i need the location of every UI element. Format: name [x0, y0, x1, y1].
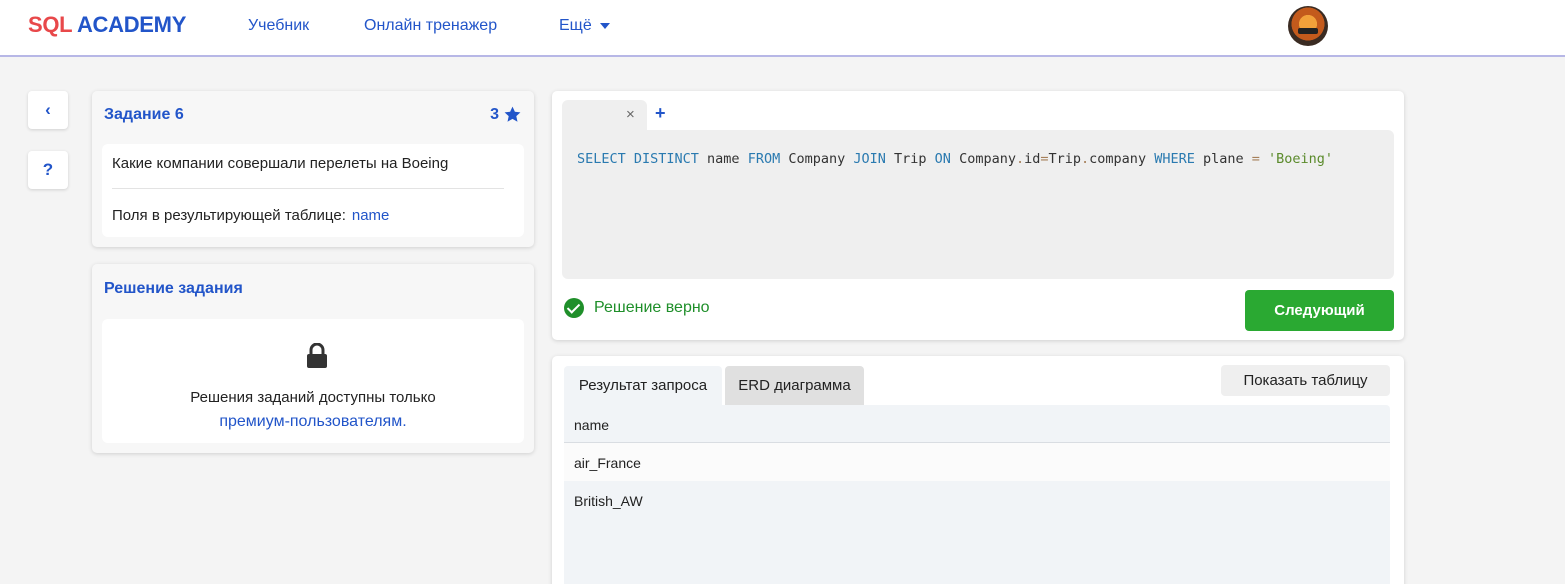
sql-token: id [1024, 151, 1041, 167]
logo-sql: SQL [28, 12, 72, 37]
task-title: Задание 6 [104, 106, 184, 123]
task-card: Задание 6 3 Какие компании совершали пер… [92, 91, 534, 247]
sql-token: = [1040, 151, 1049, 167]
query-tab[interactable]: × [562, 100, 647, 130]
logo[interactable]: SQL ACADEMY [28, 12, 186, 38]
status-text: Решение верно [594, 299, 710, 316]
sql-token: Trip [1048, 151, 1082, 167]
sql-token: Company [780, 151, 854, 167]
nav-more-label: Ещё [559, 17, 592, 34]
solution-status: Решение верно [564, 298, 710, 318]
user-avatar[interactable] [1288, 6, 1328, 46]
task-description: Какие компании совершали перелеты на Boe… [102, 144, 524, 237]
premium-link[interactable]: премиум-пользователям. [102, 413, 524, 431]
task-result-fields: Поля в результирующей таблице: name [112, 207, 389, 224]
column-header: name [564, 405, 1390, 443]
close-icon[interactable]: × [626, 106, 635, 123]
sql-token: . [1081, 151, 1090, 167]
check-circle-icon [564, 298, 584, 318]
task-score: 3 [490, 105, 522, 124]
nav-tutorial[interactable]: Учебник [248, 17, 309, 35]
task-score-value: 3 [490, 105, 499, 123]
result-card: Результат запроса ERD диаграмма Показать… [552, 356, 1404, 584]
solution-locked-panel: Решения заданий доступны только премиум-… [102, 319, 524, 443]
add-tab-button[interactable]: + [655, 103, 666, 124]
back-button[interactable]: ‹ [28, 91, 68, 129]
show-table-button[interactable]: Показать таблицу [1221, 365, 1390, 396]
sql-token: = [1251, 151, 1260, 167]
sql-token: name [698, 151, 748, 167]
sql-token: plane [1194, 151, 1252, 167]
sql-token: SELECT DISTINCT [577, 151, 699, 167]
result-table: name air_France British_AW [564, 405, 1390, 584]
task-question: Какие компании совершали перелеты на Boe… [112, 155, 449, 172]
table-row: British_AW [574, 493, 643, 509]
top-navbar: SQL ACADEMY Учебник Онлайн тренажер Ещё [0, 0, 1565, 57]
sql-token: JOIN [853, 151, 886, 167]
help-button[interactable]: ? [28, 151, 68, 189]
next-button[interactable]: Следующий [1245, 290, 1394, 331]
nav-more[interactable]: Ещё [559, 17, 610, 35]
fields-label: Поля в результирующей таблице: [112, 207, 346, 224]
sql-token: . [1015, 151, 1025, 167]
sql-editor[interactable]: SELECT DISTINCT name FROM Company JOIN T… [562, 130, 1394, 279]
chevron-down-icon [599, 22, 610, 29]
logo-academy: ACADEMY [76, 12, 187, 37]
fields-value: name [351, 207, 390, 224]
sql-token: FROM [747, 151, 781, 167]
divider [112, 188, 504, 189]
table-row: air_France [564, 443, 1390, 481]
tab-query-result[interactable]: Результат запроса [564, 366, 722, 405]
star-icon [504, 106, 521, 122]
solution-card: Решение задания Решения заданий доступны… [92, 264, 534, 453]
nav-online-trainer[interactable]: Онлайн тренажер [364, 17, 497, 35]
solution-title: Решение задания [104, 280, 243, 297]
sql-token: 'Boeing' [1259, 151, 1334, 167]
sql-token: Company [950, 151, 1016, 167]
sql-token: Trip [885, 151, 935, 167]
lock-icon [307, 343, 327, 368]
editor-card: × + SELECT DISTINCT name FROM Company JO… [552, 91, 1404, 340]
sql-token: WHERE [1154, 151, 1195, 167]
solution-locked-text: Решения заданий доступны только [190, 389, 436, 406]
sql-token: ON [934, 151, 951, 167]
tab-erd-diagram[interactable]: ERD диаграмма [725, 366, 864, 405]
sql-token: company [1089, 151, 1155, 167]
